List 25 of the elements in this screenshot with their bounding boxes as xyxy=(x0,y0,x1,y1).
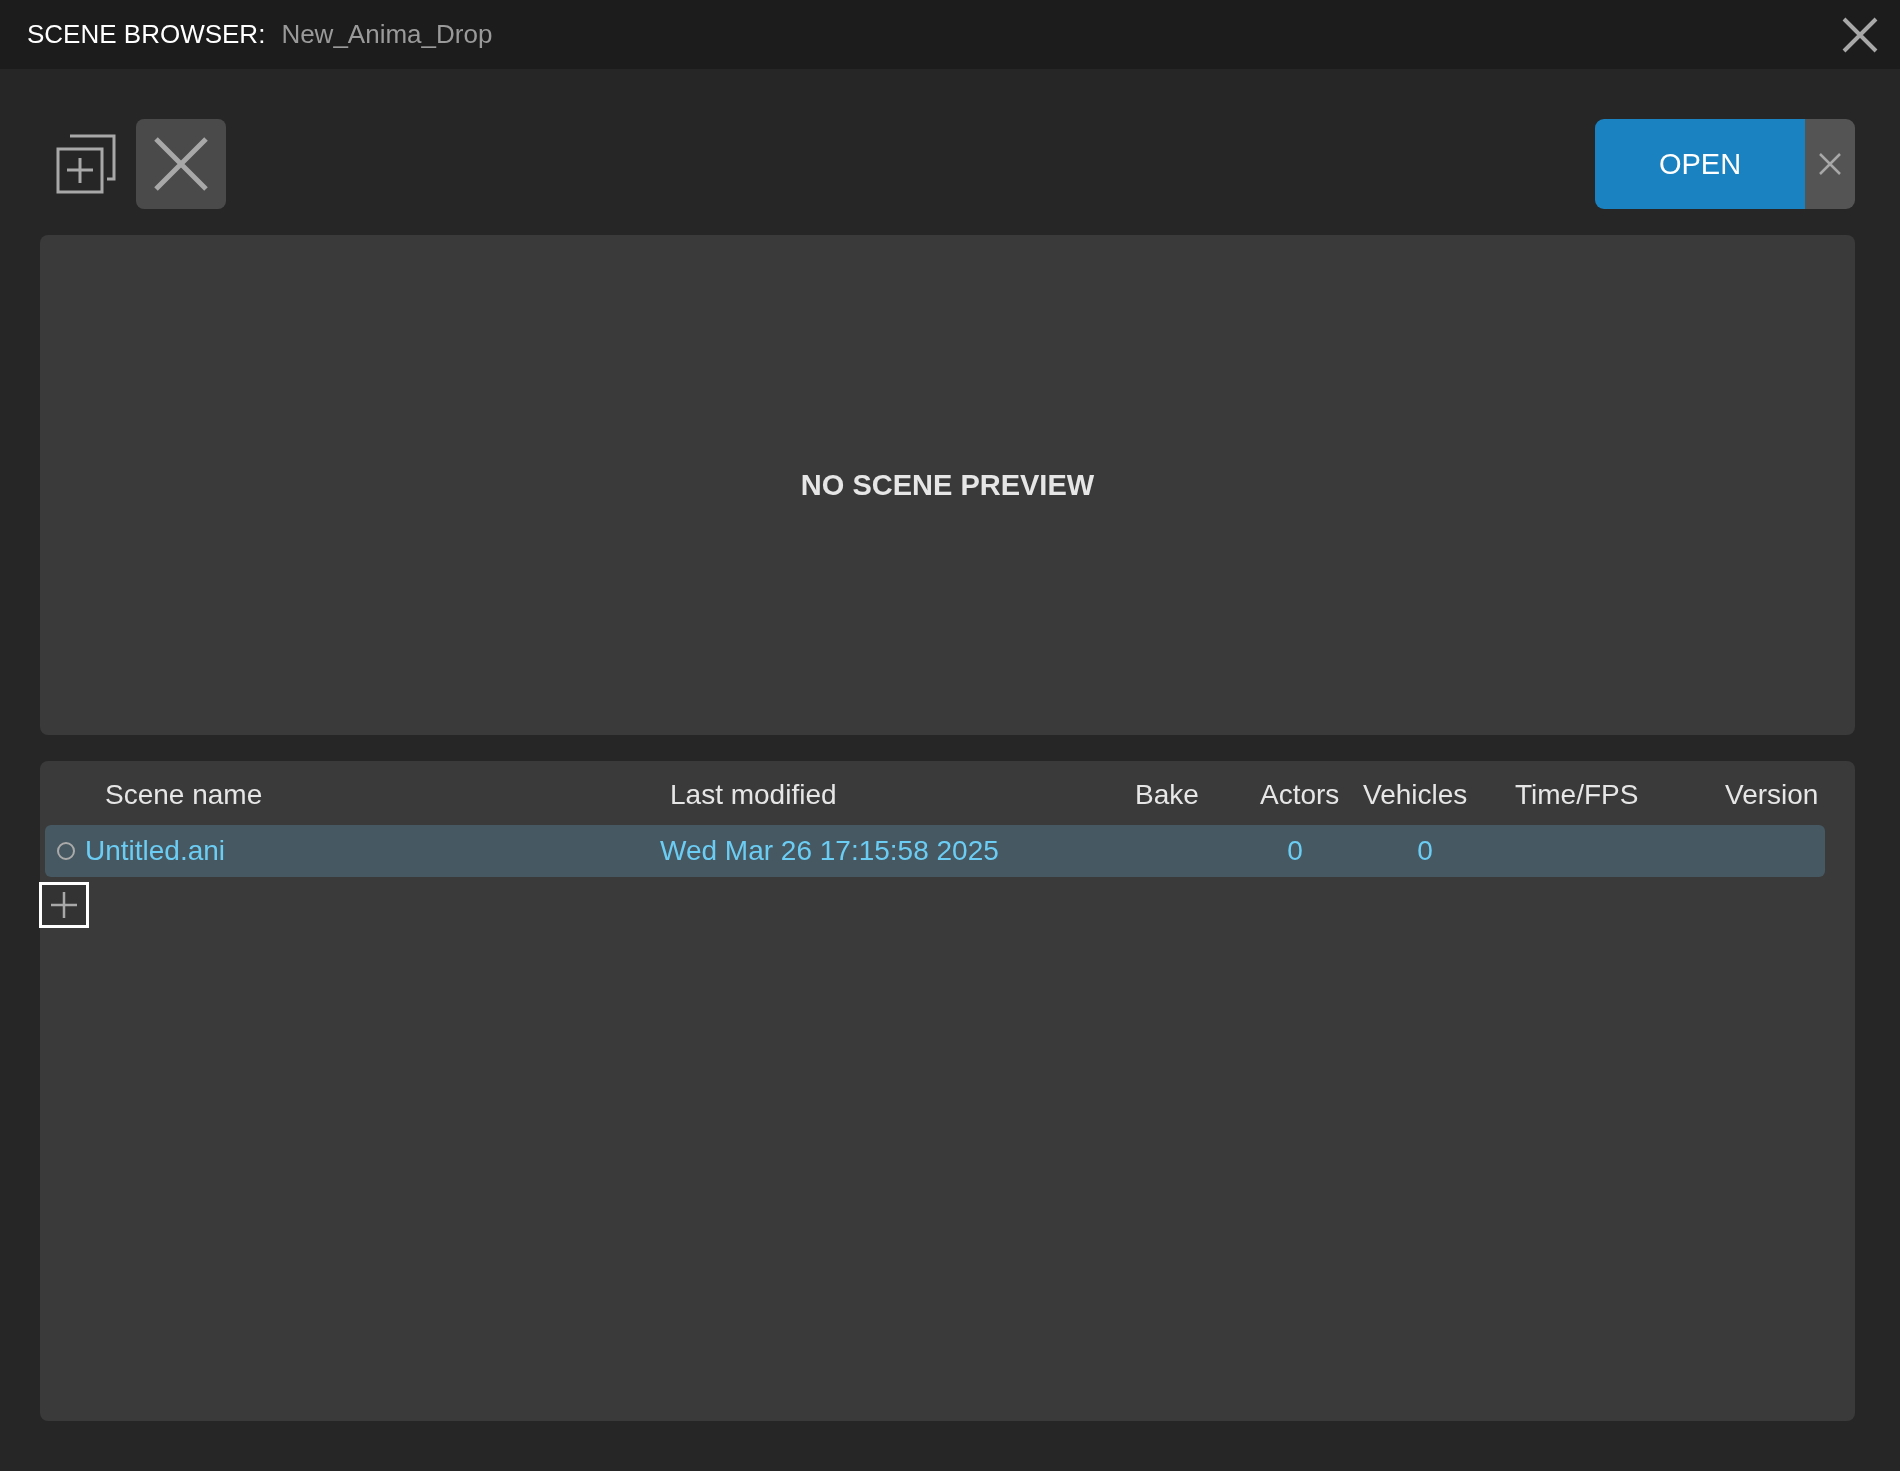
table-cell: Untitled.ani xyxy=(85,835,226,867)
close-icon[interactable] xyxy=(1842,16,1878,53)
delete-button[interactable] xyxy=(136,119,226,209)
column-header[interactable]: Version xyxy=(1685,779,1815,811)
delete-icon xyxy=(153,136,209,192)
table-cell: 0 xyxy=(1417,835,1433,867)
table-cell: Wed Mar 26 17:15:58 2025 xyxy=(660,835,999,867)
column-header[interactable]: Bake xyxy=(1105,779,1235,811)
add-button[interactable] xyxy=(39,882,89,928)
new-scene-icon[interactable] xyxy=(55,133,117,195)
column-header[interactable]: Scene name xyxy=(45,779,650,811)
column-header[interactable]: Actors xyxy=(1235,779,1355,811)
preview-message: NO SCENE PREVIEW xyxy=(800,468,1095,502)
column-header[interactable]: Last modified xyxy=(650,779,1105,811)
scene-row[interactable]: Untitled.ani Wed Mar 26 17:15:58 2025 0 0 xyxy=(45,825,1825,877)
table-cell: 0 xyxy=(1287,835,1303,867)
column-header[interactable]: Time/FPS xyxy=(1495,779,1685,811)
window-title: SCENE BROWSER: xyxy=(27,19,266,50)
radio-button[interactable] xyxy=(57,842,75,860)
cancel-button[interactable] xyxy=(1805,119,1855,209)
open-button[interactable]: OPEN xyxy=(1595,119,1805,209)
column-header[interactable]: Vehicles xyxy=(1355,779,1495,811)
plus-icon xyxy=(49,890,79,920)
close-icon xyxy=(1819,153,1841,175)
scene-name-title: New_Anima_Drop xyxy=(281,19,494,50)
